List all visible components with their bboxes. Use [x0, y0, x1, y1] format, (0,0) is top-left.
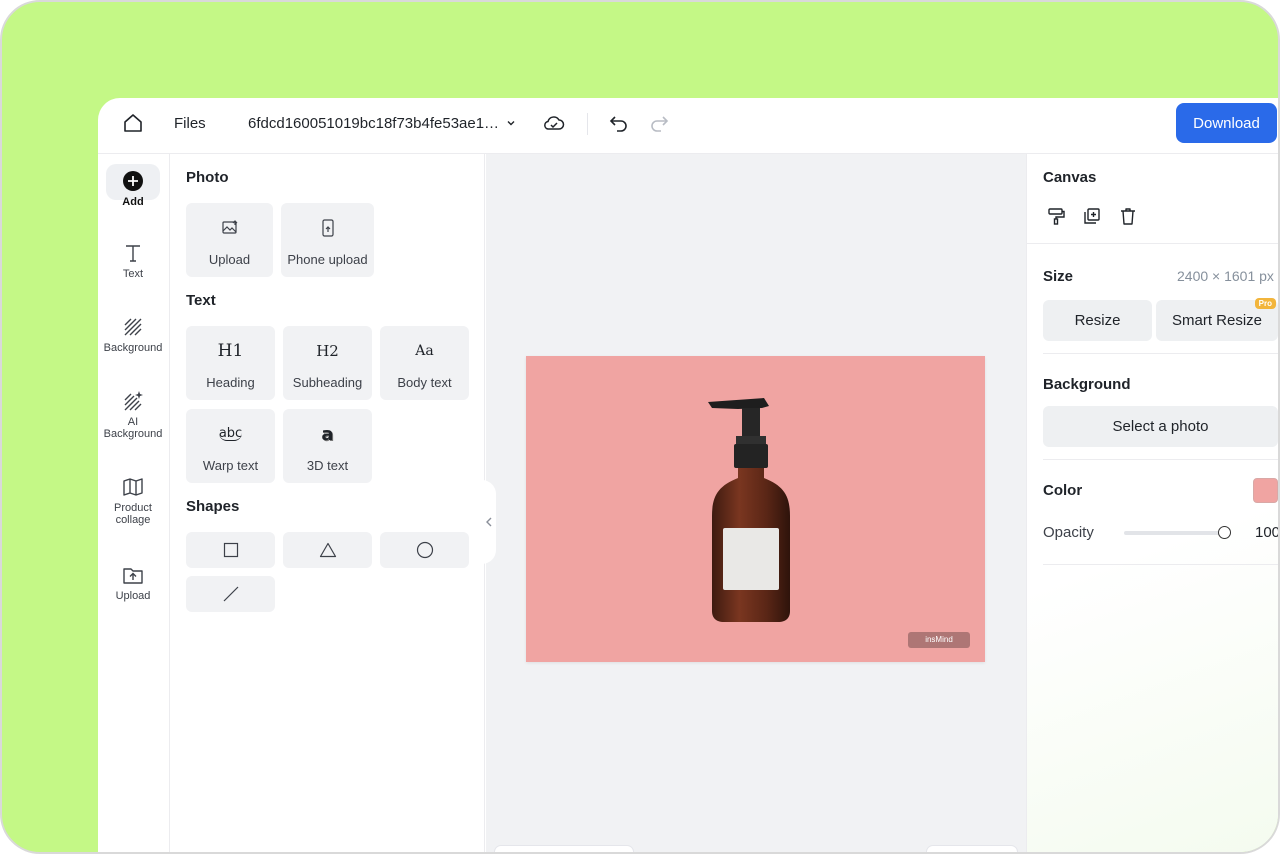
folder-upload-icon	[123, 568, 143, 584]
ai-hatch-icon	[124, 391, 143, 411]
left-rail: Add Text Background AI Background Produc…	[98, 154, 170, 852]
heading-tile[interactable]: H1 Heading	[186, 326, 275, 400]
warp-text-glyph-icon: abc	[218, 426, 243, 441]
tile-label: Warp text	[202, 458, 259, 473]
opacity-label: Opacity	[1043, 524, 1094, 541]
circle-icon	[416, 541, 433, 559]
shape-triangle-tile[interactable]	[283, 532, 372, 568]
file-name[interactable]: 6fdcd160051019bc18f73b4fe53ae1…	[248, 115, 499, 132]
artboard[interactable]: insMind	[526, 356, 985, 662]
shape-circle-tile[interactable]	[380, 532, 469, 568]
pro-badge: Pro	[1254, 298, 1276, 309]
redo-icon[interactable]	[648, 113, 670, 133]
rail-item-add[interactable]: Add	[98, 164, 168, 208]
body-text-tile[interactable]: Aa Body text	[380, 326, 469, 400]
subheading-glyph-icon: H2	[316, 342, 339, 360]
line-icon	[223, 586, 238, 602]
rail-label: Background	[103, 342, 163, 354]
warp-text-tile[interactable]: abc Warp text	[186, 409, 275, 483]
canvas-size-value: 2400 × 1601 px	[1177, 268, 1274, 284]
device-frame: Files 6fdcd160051019bc18f73b4fe53ae1… Do…	[0, 0, 1280, 854]
smart-resize-label: Smart Resize	[1171, 312, 1263, 329]
divider	[1043, 459, 1278, 460]
color-section-title: Color	[1043, 482, 1083, 499]
body-text-glyph-icon: Aa	[415, 343, 434, 359]
smart-resize-button[interactable]: Smart Resize Pro	[1156, 298, 1278, 341]
phone-upload-icon	[321, 219, 334, 237]
rail-label-2: collage	[115, 514, 151, 526]
product-bottle-image[interactable]	[526, 356, 985, 662]
opacity-value: 100	[1255, 524, 1280, 541]
top-bar: Files 6fdcd160051019bc18f73b4fe53ae1… Do…	[98, 98, 1278, 154]
opacity-slider-thumb[interactable]	[1218, 526, 1231, 539]
square-icon	[223, 542, 238, 558]
background-color-swatch[interactable]	[1253, 478, 1278, 503]
hatch-icon	[124, 318, 142, 336]
divider	[1043, 353, 1278, 354]
canvas-section-title: Canvas	[1043, 169, 1097, 186]
rail-item-ai-background[interactable]: AI Background	[98, 390, 168, 440]
tile-label: Upload	[208, 252, 251, 267]
photo-section-title: Photo	[186, 169, 229, 186]
resize-button[interactable]: Resize	[1043, 300, 1152, 341]
divider	[1043, 564, 1278, 565]
rail-label: Add	[122, 196, 144, 208]
text-t-icon	[126, 245, 140, 262]
triangle-icon	[319, 542, 336, 558]
phone-upload-tile[interactable]: Phone upload	[281, 203, 374, 277]
select-photo-button[interactable]: Select a photo	[1043, 406, 1278, 447]
zoom-toolbar[interactable]	[926, 845, 1018, 852]
subheading-tile[interactable]: H2 Subheading	[283, 326, 372, 400]
rail-label-2: Background	[103, 428, 163, 440]
chevron-down-icon[interactable]	[504, 116, 518, 130]
tile-label: Phone upload	[287, 252, 368, 267]
shape-line-tile[interactable]	[186, 576, 275, 612]
duplicate-icon[interactable]	[1082, 206, 1102, 226]
home-icon[interactable]	[122, 112, 144, 134]
cloud-sync-icon[interactable]	[542, 112, 566, 134]
rail-item-background[interactable]: Background	[98, 316, 168, 354]
files-link[interactable]: Files	[174, 115, 206, 132]
rail-label: Upload	[115, 590, 151, 602]
rail-label: Product	[114, 502, 152, 514]
opacity-slider-track[interactable]	[1124, 531, 1228, 535]
add-panel: Photo Upload Phone upload Text H1 Headin…	[170, 154, 485, 852]
properties-panel: Canvas Size 2400 × 1601 px Resize Smart …	[1026, 154, 1280, 852]
background-section-title: Background	[1043, 376, 1131, 393]
trash-icon[interactable]	[1118, 206, 1138, 226]
divider	[1027, 243, 1278, 244]
chevron-left-icon	[486, 517, 492, 527]
download-button[interactable]: Download	[1176, 103, 1277, 143]
rail-item-product-collage[interactable]: Product collage	[98, 476, 168, 526]
tile-label: Subheading	[292, 375, 363, 390]
3d-text-tile[interactable]: a 3D text	[283, 409, 372, 483]
tile-label: 3D text	[306, 458, 349, 473]
header-divider	[587, 113, 588, 135]
map-fold-icon	[123, 478, 143, 496]
plus-circle-icon	[123, 171, 143, 191]
tile-label: Heading	[206, 375, 255, 390]
3d-text-glyph-icon: a	[321, 423, 334, 445]
collapse-panel-handle[interactable]	[482, 480, 496, 564]
rail-label: AI	[127, 416, 139, 428]
rail-label: Text	[122, 268, 144, 280]
layers-toolbar[interactable]	[494, 845, 634, 852]
image-upload-icon	[221, 220, 237, 234]
heading-glyph-icon: H1	[217, 341, 244, 361]
rail-item-text[interactable]: Text	[98, 242, 168, 280]
paint-roller-icon[interactable]	[1046, 206, 1066, 226]
shape-square-tile[interactable]	[186, 532, 275, 568]
upload-photo-tile[interactable]: Upload	[186, 203, 273, 277]
text-section-title: Text	[186, 292, 216, 309]
tile-label: Body text	[397, 375, 452, 390]
rail-item-upload[interactable]: Upload	[98, 564, 168, 602]
editor-app: Files 6fdcd160051019bc18f73b4fe53ae1… Do…	[98, 98, 1280, 852]
undo-icon[interactable]	[608, 113, 630, 133]
canvas-workspace[interactable]: insMind	[486, 154, 1026, 852]
shapes-section-title: Shapes	[186, 498, 240, 515]
size-section-title: Size	[1043, 268, 1074, 285]
watermark-badge: insMind	[908, 632, 970, 648]
